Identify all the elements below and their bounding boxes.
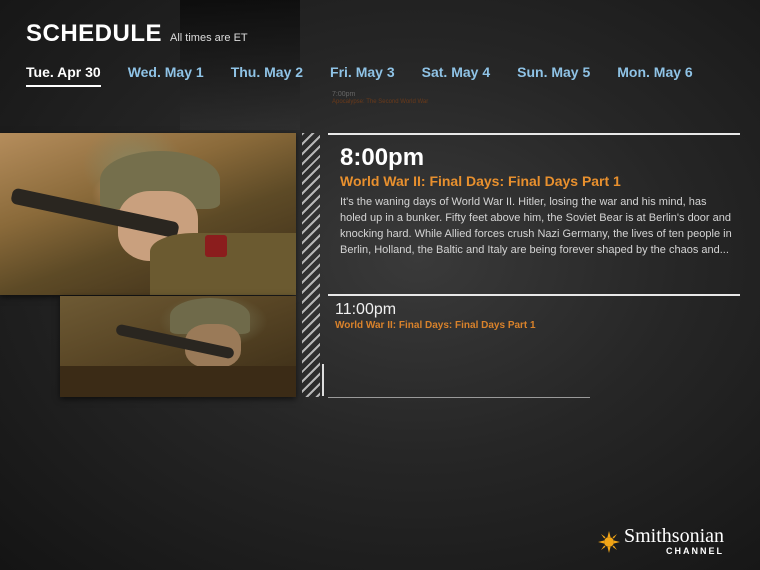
sun-icon xyxy=(598,530,620,553)
trench-shape xyxy=(60,366,296,397)
featured-bottom-divider xyxy=(328,294,740,296)
tab-fri-may-3[interactable]: Fri. May 3 xyxy=(330,64,395,87)
tab-wed-may-1[interactable]: Wed. May 1 xyxy=(128,64,204,87)
featured-time: 8:00pm xyxy=(340,144,425,171)
logo-subtitle: CHANNEL xyxy=(666,546,725,556)
tab-sat-may-4[interactable]: Sat. May 4 xyxy=(422,64,490,87)
day-tabs: Tue. Apr 30 Wed. May 1 Thu. May 2 Fri. M… xyxy=(26,64,720,87)
featured-title[interactable]: World War II: Final Days: Final Days Par… xyxy=(340,173,621,189)
logo-name: Smithsonian xyxy=(624,525,725,547)
next-program-image xyxy=(60,296,296,397)
featured-description: It's the waning days of World War II. Hi… xyxy=(340,196,732,256)
insignia-patch xyxy=(205,235,227,257)
tab-thu-may-2[interactable]: Thu. May 2 xyxy=(231,64,303,87)
tab-mon-may-6[interactable]: Mon. May 6 xyxy=(617,64,692,87)
schedule-header: SCHEDULE All times are ET xyxy=(26,20,248,48)
timezone-note: All times are ET xyxy=(170,32,248,44)
previous-program-title: Apocalypse: The Second World War xyxy=(332,99,429,105)
tab-tue-apr-30[interactable]: Tue. Apr 30 xyxy=(26,64,101,87)
page-title: SCHEDULE xyxy=(26,20,163,47)
next-program-time: 11:00pm xyxy=(335,301,397,318)
tab-sun-may-5[interactable]: Sun. May 5 xyxy=(517,64,590,87)
featured-program-image xyxy=(0,133,296,295)
previous-program-time: 7:00pm xyxy=(332,91,356,98)
featured-top-divider xyxy=(328,133,740,135)
smithsonian-channel-logo: Smithsonian CHANNEL xyxy=(598,526,724,557)
schedule-scrollbar-thumb[interactable] xyxy=(322,364,324,396)
next-program-title[interactable]: World War II: Final Days: Final Days Par… xyxy=(335,320,536,331)
next-bottom-divider xyxy=(328,397,590,398)
schedule-scrollbar-track[interactable] xyxy=(302,133,320,397)
